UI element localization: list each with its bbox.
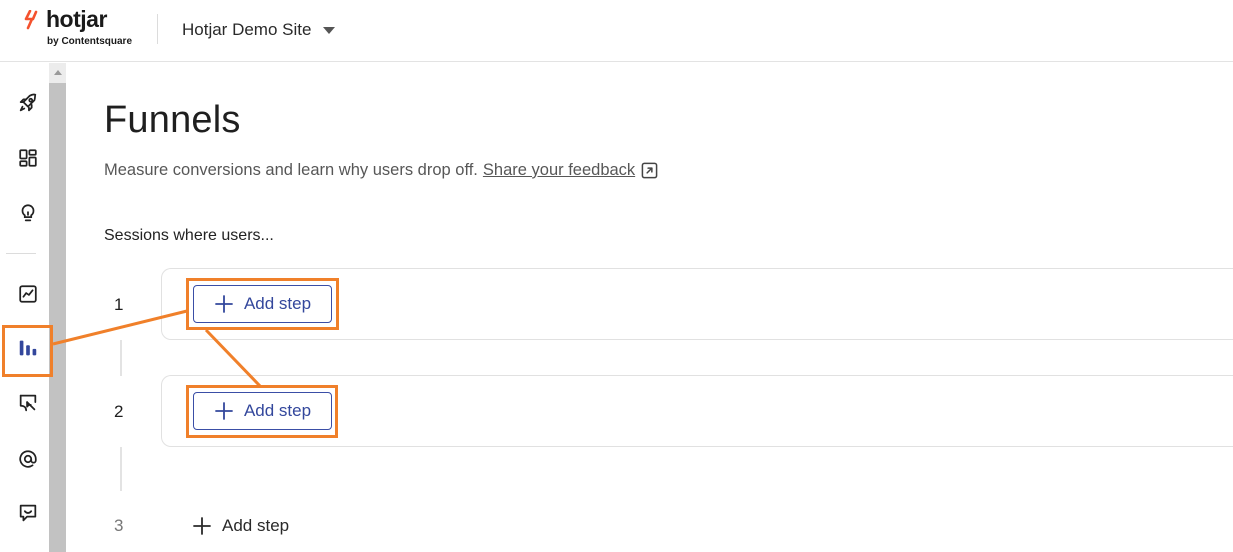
plus-icon bbox=[215, 295, 233, 313]
sidebar-item-feedback[interactable] bbox=[8, 493, 48, 533]
add-step-label: Add step bbox=[222, 516, 290, 535]
sidebar-item-engage[interactable] bbox=[8, 439, 48, 479]
add-step-button[interactable]: Add step bbox=[192, 513, 289, 539]
step-number: 3 bbox=[114, 516, 124, 535]
header-divider bbox=[157, 14, 158, 44]
plus-icon bbox=[193, 517, 211, 535]
subtitle-text: Measure conversions and learn why users … bbox=[104, 161, 478, 179]
step-connector bbox=[120, 340, 122, 376]
logo-subtext: by Contentsquare bbox=[47, 36, 133, 47]
sidebar-item-dashboard[interactable] bbox=[8, 138, 48, 178]
share-feedback-link[interactable]: Share your feedback bbox=[483, 161, 635, 180]
site-selector[interactable]: Hotjar Demo Site bbox=[182, 18, 336, 42]
add-step-label: Add step bbox=[243, 294, 312, 313]
page-title: Funnels bbox=[104, 99, 241, 141]
site-name: Hotjar Demo Site bbox=[182, 20, 312, 39]
step-number: 2 bbox=[114, 402, 124, 421]
lightbulb-icon bbox=[21, 204, 35, 222]
heatmap-icon bbox=[19, 394, 37, 412]
funnels-icon bbox=[19, 340, 37, 356]
sidebar-item-insights[interactable] bbox=[8, 193, 48, 233]
sidebar-item-funnels[interactable] bbox=[8, 328, 48, 368]
hotjar-logo-icon bbox=[24, 10, 38, 30]
logo-text: hotjar bbox=[46, 6, 107, 32]
add-step-button[interactable]: Add step bbox=[193, 285, 332, 323]
sidebar bbox=[0, 63, 50, 552]
sidebar-separator bbox=[6, 253, 36, 254]
trend-icon bbox=[19, 285, 37, 303]
page-subtitle: Measure conversions and learn why users … bbox=[104, 161, 658, 180]
at-icon bbox=[19, 450, 37, 468]
hotjar-logo[interactable]: hotjar by Contentsquare bbox=[24, 6, 154, 52]
sidebar-item-trends[interactable] bbox=[8, 274, 48, 314]
chevron-down-icon bbox=[323, 26, 336, 34]
plus-icon bbox=[215, 402, 233, 420]
arrow-up-icon bbox=[53, 70, 62, 75]
dashboard-icon bbox=[19, 149, 37, 167]
add-step-button[interactable]: Add step bbox=[193, 392, 332, 430]
add-step-label: Add step bbox=[243, 401, 312, 420]
sessions-label: Sessions where users... bbox=[104, 227, 274, 244]
sidebar-item-heatmaps[interactable] bbox=[8, 383, 48, 423]
feedback-icon bbox=[19, 504, 37, 522]
sidebar-item-get-started[interactable] bbox=[8, 83, 48, 123]
step-number: 1 bbox=[114, 295, 124, 314]
top-header: hotjar by Contentsquare Hotjar Demo Site bbox=[0, 0, 1233, 62]
step-connector bbox=[120, 447, 122, 491]
rocket-icon bbox=[19, 93, 37, 112]
scroll-up-button[interactable] bbox=[49, 63, 66, 83]
sidebar-scrollbar[interactable] bbox=[49, 63, 66, 552]
external-link-icon[interactable] bbox=[641, 162, 658, 179]
